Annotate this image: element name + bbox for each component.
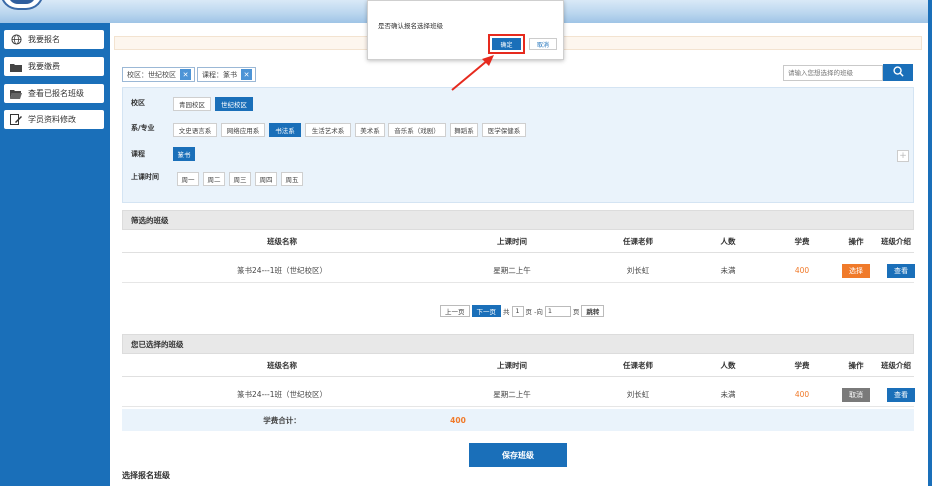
class-count: 未满: [720, 390, 736, 399]
save-class-button[interactable]: 保存班级: [469, 443, 567, 467]
filtered-table-title: 筛选的班级: [122, 210, 914, 230]
class-name: 篆书24---1班（世纪校区）: [237, 390, 327, 399]
class-time: 星期二上午: [493, 390, 531, 399]
dept-label: 系/专业: [131, 124, 155, 132]
filter-tag-course: 课程：篆书 ✕: [197, 67, 256, 82]
search-input[interactable]: [783, 65, 883, 81]
class-fee: 400: [794, 266, 810, 275]
fee-total-label: 学费合计：: [263, 415, 301, 425]
class-name: 篆书24---1班（世纪校区）: [237, 266, 327, 275]
campus-option[interactable]: 青园校区: [173, 97, 211, 111]
class-teacher: 刘长虹: [626, 266, 650, 275]
class-teacher: 刘长虹: [626, 390, 650, 399]
col-count: 人数: [720, 237, 736, 246]
class-time: 星期二上午: [493, 266, 531, 275]
filtered-table-header: 班级名称 上课时间 任课老师 人数 学费 操作 班级介绍: [122, 231, 914, 253]
dept-option[interactable]: 网络应用系: [221, 123, 265, 137]
dialog-cancel-button[interactable]: 取消: [529, 38, 557, 50]
filter-tag-campus: 校区：世纪校区 ✕: [122, 67, 195, 82]
sidebar-item-pay[interactable]: 我要缴费: [4, 57, 104, 76]
search-button[interactable]: [883, 64, 913, 81]
dept-option[interactable]: 美术系: [355, 123, 385, 137]
dept-option[interactable]: 文史语言系: [173, 123, 217, 137]
close-icon[interactable]: ✕: [180, 69, 191, 80]
filter-tag-label: 校区：世纪校区: [127, 70, 176, 79]
table-row: 篆书24---1班（世纪校区） 星期二上午 刘长虹 未满 400 取消 查看: [122, 383, 915, 407]
time-option[interactable]: 周一: [177, 172, 199, 186]
view-button[interactable]: 查看: [887, 388, 915, 402]
cancel-selection-button[interactable]: 取消: [842, 388, 870, 402]
col-time: 上课时间: [497, 237, 527, 246]
confirm-button[interactable]: 确定: [492, 38, 521, 50]
col-count: 人数: [720, 361, 736, 370]
col-time: 上课时间: [497, 361, 527, 370]
sidebar-item-label: 查看已报名班级: [28, 89, 84, 98]
expand-plus-icon[interactable]: +: [897, 150, 909, 162]
sidebar-item-label: 我要报名: [28, 35, 60, 44]
selected-table-header: 班级名称 上课时间 任课老师 人数 学费 操作 班级介绍: [122, 355, 914, 377]
col-fee: 学费: [794, 361, 810, 370]
time-option[interactable]: 周三: [229, 172, 251, 186]
sidebar-item-enroll[interactable]: 我要报名: [4, 30, 104, 49]
jump-button[interactable]: 跳转: [581, 305, 605, 317]
time-option[interactable]: 周五: [281, 172, 303, 186]
folder-open-icon: [10, 88, 22, 99]
page-goto-input[interactable]: 1: [544, 305, 571, 317]
campus-label: 校区: [131, 99, 145, 107]
course-label: 课程: [131, 150, 145, 158]
class-fee: 400: [794, 390, 810, 399]
col-fee: 学费: [794, 237, 810, 246]
pagination: 上一页 下一页 共 1 页 -向 1 页 跳转: [440, 305, 606, 317]
dept-option[interactable]: 医学保健系: [482, 123, 526, 137]
dialog-message: 是否确认报名选择班级: [378, 22, 443, 30]
pager-total-suffix: 页 -向: [525, 308, 543, 316]
scrollbar[interactable]: [928, 0, 932, 486]
col-teacher: 任课老师: [623, 361, 653, 370]
search-icon: [892, 66, 904, 79]
select-button[interactable]: 选择: [842, 264, 870, 278]
annotation-arrow-icon: [451, 55, 494, 91]
pager-total: 1: [511, 305, 524, 317]
main-content: 校区：世纪校区 ✕ 课程：篆书 ✕ 校区 青园校区 世纪校区 系/专业 文史语言…: [110, 23, 928, 486]
edit-icon: [10, 114, 22, 125]
dept-option[interactable]: 音乐系（戏剧）: [388, 123, 446, 137]
pager-total-prefix: 共: [503, 308, 510, 316]
sidebar: 我要报名 我要缴费 查看已报名班级 学员资料修改: [0, 23, 110, 486]
table-row: 篆书24---1班（世纪校区） 星期二上午 刘长虹 未满 400 选择 查看: [122, 259, 915, 283]
next-page-button[interactable]: 下一页: [471, 305, 501, 317]
sidebar-item-profile[interactable]: 学员资料修改: [4, 110, 104, 129]
fee-total-value: 400: [450, 415, 466, 425]
view-button[interactable]: 查看: [887, 264, 915, 278]
sidebar-item-enrolled[interactable]: 查看已报名班级: [4, 84, 104, 103]
course-option-selected[interactable]: 篆书: [173, 147, 195, 161]
col-action: 操作: [848, 361, 864, 370]
globe-icon: [10, 34, 22, 45]
dept-option-selected[interactable]: 书法系: [269, 123, 301, 137]
filter-tag-label: 课程：篆书: [202, 70, 237, 79]
col-teacher: 任课老师: [623, 237, 653, 246]
dept-option[interactable]: 生活艺术系: [305, 123, 351, 137]
col-intro: 班级介绍: [881, 237, 911, 246]
class-count: 未满: [720, 266, 736, 275]
section-title: 选择报名班级: [122, 471, 170, 480]
close-icon[interactable]: ✕: [241, 69, 252, 80]
col-name: 班级名称: [267, 237, 297, 246]
campus-option-selected[interactable]: 世纪校区: [215, 97, 253, 111]
fee-total-row: 学费合计： 400: [122, 409, 914, 431]
filter-panel: 校区 青园校区 世纪校区 系/专业 文史语言系 网络应用系 书法系 生活艺术系 …: [122, 87, 914, 203]
col-name: 班级名称: [267, 361, 297, 370]
folder-icon: [10, 61, 22, 72]
sidebar-item-label: 我要缴费: [28, 62, 60, 71]
pager-goto-suffix: 页: [572, 308, 580, 316]
time-option[interactable]: 周四: [255, 172, 277, 186]
school-logo: [0, 0, 44, 10]
col-action: 操作: [848, 237, 864, 246]
time-label: 上课时间: [131, 173, 159, 181]
selected-table-title: 您已选择的班级: [122, 334, 914, 354]
dept-option[interactable]: 舞蹈系: [450, 123, 478, 137]
time-option[interactable]: 周二: [203, 172, 225, 186]
col-intro: 班级介绍: [881, 361, 911, 370]
sidebar-item-label: 学员资料修改: [28, 115, 76, 124]
prev-page-button[interactable]: 上一页: [440, 305, 470, 317]
